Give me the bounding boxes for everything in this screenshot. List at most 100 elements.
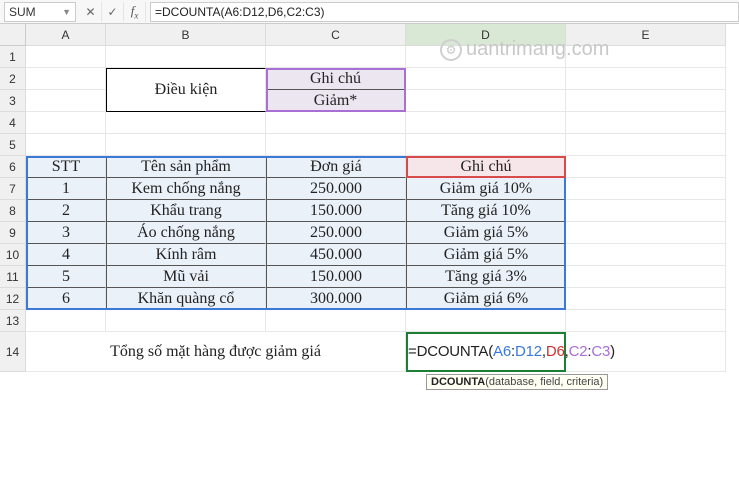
cell-B7[interactable]: Kem chống nắng — [106, 178, 266, 200]
cell-E1[interactable] — [566, 46, 726, 68]
summary-label: Tổng số mặt hàng được giảm giá — [110, 343, 321, 361]
row-header-4[interactable]: 4 — [0, 112, 26, 134]
cell-C5[interactable] — [266, 134, 406, 156]
cell-B6[interactable]: Tên sản phẩm — [106, 156, 266, 178]
cell-E6[interactable] — [566, 156, 726, 178]
cell-B9[interactable]: Áo chống nắng — [106, 222, 266, 244]
spreadsheet-grid[interactable]: A B C D E 1 2 Ghi chú 3 Điều kiện Giảm* … — [0, 24, 739, 354]
cell-A3[interactable] — [26, 90, 106, 112]
select-all-corner[interactable] — [0, 24, 26, 46]
col-header-E[interactable]: E — [566, 24, 726, 46]
row-header-7[interactable]: 7 — [0, 178, 26, 200]
cell-A4[interactable] — [26, 112, 106, 134]
cell-D11[interactable]: Tăng giá 3% — [406, 266, 566, 288]
name-box[interactable]: SUM ▼ — [4, 2, 76, 22]
cell-E13[interactable] — [566, 310, 726, 332]
row-header-5[interactable]: 5 — [0, 134, 26, 156]
cell-C1[interactable] — [266, 46, 406, 68]
cell-A1[interactable] — [26, 46, 106, 68]
cell-D4[interactable] — [406, 112, 566, 134]
cell-E5[interactable] — [566, 134, 726, 156]
cell-B12[interactable]: Khăn quàng cổ — [106, 288, 266, 310]
formula-input[interactable]: =DCOUNTA(A6:D12,D6,C2:C3) — [150, 2, 739, 22]
cell-D13[interactable] — [406, 310, 566, 332]
cell-B4[interactable] — [106, 112, 266, 134]
row-header-13[interactable]: 13 — [0, 310, 26, 332]
cell-D8[interactable]: Tăng giá 10% — [406, 200, 566, 222]
cell-E12[interactable] — [566, 288, 726, 310]
cell-E3[interactable] — [566, 90, 726, 112]
tooltip-args: (database, field, criteria) — [485, 376, 603, 388]
fx-icon: fx — [131, 3, 139, 21]
cell-D2[interactable] — [406, 68, 566, 90]
cell-C2[interactable]: Ghi chú — [266, 68, 406, 90]
cell-D5[interactable] — [406, 134, 566, 156]
formula-bar: SUM ▼ ✕ ✓ fx =DCOUNTA(A6:D12,D6,C2:C3) — [0, 0, 739, 24]
cell-D12[interactable]: Giảm giá 6% — [406, 288, 566, 310]
cell-A5[interactable] — [26, 134, 106, 156]
cell-B13[interactable] — [106, 310, 266, 332]
row-header-12[interactable]: 12 — [0, 288, 26, 310]
name-box-dropdown-icon[interactable]: ▼ — [62, 7, 71, 17]
cancel-formula-button[interactable]: ✕ — [80, 2, 102, 22]
cell-E11[interactable] — [566, 266, 726, 288]
cell-E2[interactable] — [566, 68, 726, 90]
cell-A7[interactable]: 1 — [26, 178, 106, 200]
cell-C8[interactable]: 150.000 — [266, 200, 406, 222]
row-header-3[interactable]: 3 — [0, 90, 26, 112]
cell-C13[interactable] — [266, 310, 406, 332]
row-header-1[interactable]: 1 — [0, 46, 26, 68]
cell-B23-merged[interactable]: Điều kiện — [106, 90, 266, 112]
cell-A9[interactable]: 3 — [26, 222, 106, 244]
cell-E8[interactable] — [566, 200, 726, 222]
cell-E4[interactable] — [566, 112, 726, 134]
col-header-A[interactable]: A — [26, 24, 106, 46]
cell-A13[interactable] — [26, 310, 106, 332]
cell-E10[interactable] — [566, 244, 726, 266]
cell-C7[interactable]: 250.000 — [266, 178, 406, 200]
cell-D9[interactable]: Giảm giá 5% — [406, 222, 566, 244]
cell-C10[interactable]: 450.000 — [266, 244, 406, 266]
cell-B10[interactable]: Kính râm — [106, 244, 266, 266]
name-box-value: SUM — [9, 5, 36, 19]
cell-A6[interactable]: STT — [26, 156, 106, 178]
row-header-10[interactable]: 10 — [0, 244, 26, 266]
cell-C12[interactable]: 300.000 — [266, 288, 406, 310]
row-header-9[interactable]: 9 — [0, 222, 26, 244]
cell-A11[interactable]: 5 — [26, 266, 106, 288]
cell-B1[interactable] — [106, 46, 266, 68]
cell-A12[interactable]: 6 — [26, 288, 106, 310]
cell-B8[interactable]: Khẩu trang — [106, 200, 266, 222]
cell-C4[interactable] — [266, 112, 406, 134]
cell-D3[interactable] — [406, 90, 566, 112]
cell-B11[interactable]: Mũ vải — [106, 266, 266, 288]
cell-B5[interactable] — [106, 134, 266, 156]
row-header-14[interactable]: 14 — [0, 332, 26, 372]
cell-A14-merged[interactable]: Tổng số mặt hàng được giảm giá — [26, 332, 406, 372]
cell-D6[interactable]: Ghi chú — [406, 156, 566, 178]
cell-A2[interactable] — [26, 68, 106, 90]
fx-button[interactable]: fx — [124, 2, 146, 22]
row-header-11[interactable]: 11 — [0, 266, 26, 288]
cell-C9[interactable]: 250.000 — [266, 222, 406, 244]
row-header-6[interactable]: 6 — [0, 156, 26, 178]
col-header-D[interactable]: D — [406, 24, 566, 46]
cell-C3[interactable]: Giảm* — [266, 90, 406, 112]
cell-C6[interactable]: Đơn giá — [266, 156, 406, 178]
function-tooltip: DCOUNTA(database, field, criteria) — [426, 374, 608, 390]
cell-D7[interactable]: Giảm giá 10% — [406, 178, 566, 200]
col-header-B[interactable]: B — [106, 24, 266, 46]
accept-formula-button[interactable]: ✓ — [102, 2, 124, 22]
cell-D14[interactable]: =DCOUNTA(A6:D12,D6,C2:C3) — [406, 332, 726, 372]
cell-E7[interactable] — [566, 178, 726, 200]
cell-D10[interactable]: Giảm giá 5% — [406, 244, 566, 266]
cell-C11[interactable]: 150.000 — [266, 266, 406, 288]
cell-D1[interactable] — [406, 46, 566, 68]
cell-A10[interactable]: 4 — [26, 244, 106, 266]
row-header-2[interactable]: 2 — [0, 68, 26, 90]
row-header-8[interactable]: 8 — [0, 200, 26, 222]
cell-E9[interactable] — [566, 222, 726, 244]
cell-A8[interactable]: 2 — [26, 200, 106, 222]
col-header-C[interactable]: C — [266, 24, 406, 46]
tooltip-fn: DCOUNTA — [431, 376, 485, 388]
